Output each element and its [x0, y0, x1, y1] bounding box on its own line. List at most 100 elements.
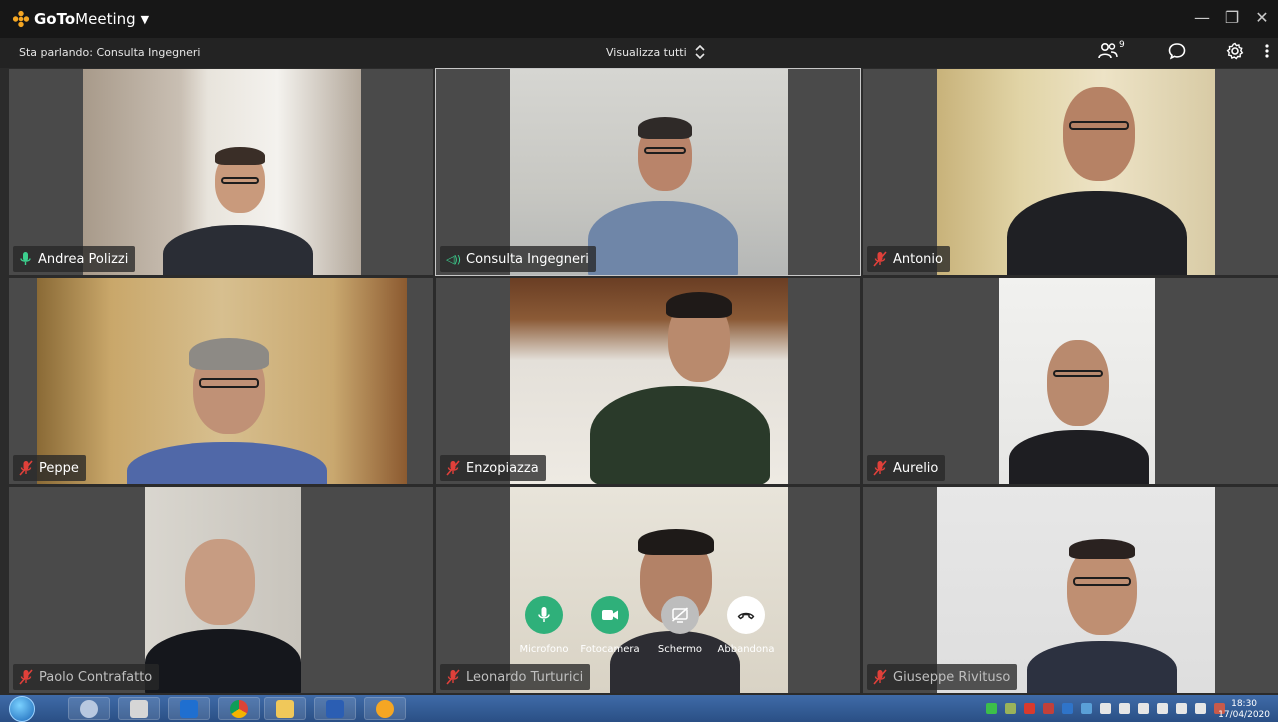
microphone-muted-icon	[19, 460, 33, 476]
participant-tile[interactable]: Leonardo Turturici	[435, 486, 861, 694]
chat-button[interactable]	[1168, 42, 1186, 63]
calculator-icon	[130, 699, 148, 718]
video-feed	[937, 69, 1215, 275]
participant-tile[interactable]: Aurelio	[862, 277, 1278, 485]
taskbar-clock[interactable]: 18:30 17/04/2020	[1218, 699, 1270, 721]
tray-antivirus-icon[interactable]	[1043, 703, 1054, 714]
participant-name: Paolo Contrafatto	[39, 669, 153, 685]
taskbar-app[interactable]	[118, 697, 160, 720]
title-bar: GoTo Meeting ▼ — ❐ ✕	[0, 0, 1278, 38]
updown-chevron-icon	[695, 45, 705, 59]
close-icon[interactable]: ✕	[1254, 8, 1270, 27]
participant-tile[interactable]: Enzopiazza	[435, 277, 861, 485]
participant-name: Leonardo Turturici	[466, 669, 584, 685]
file-explorer-icon	[276, 699, 294, 718]
participant-name-label: Enzopiazza	[440, 455, 546, 481]
clock-time: 18:30	[1231, 699, 1258, 709]
microphone-label: Microfono	[519, 644, 569, 655]
video-feed	[510, 69, 788, 275]
kebab-menu-icon	[1265, 44, 1269, 58]
tray-update-icon[interactable]	[1081, 703, 1092, 714]
participant-tile[interactable]: Paolo Contrafatto	[8, 486, 434, 694]
chrome-icon	[230, 699, 248, 718]
speaker-active-icon: ◁))	[446, 252, 461, 266]
participant-figure	[145, 531, 301, 693]
restore-icon[interactable]: ❐	[1224, 8, 1240, 27]
active-speaker-text: Sta parlando: Consulta Ingegneri	[19, 46, 201, 59]
participant-name-label: Giuseppe Rivituso	[867, 664, 1018, 690]
signal-icon[interactable]	[1157, 703, 1168, 714]
flag-icon[interactable]	[1176, 703, 1187, 714]
app-menu[interactable]: GoTo Meeting ▼	[12, 10, 149, 28]
word-icon	[326, 699, 344, 718]
gear-icon	[1226, 42, 1244, 60]
participant-name-label: Paolo Contrafatto	[13, 664, 160, 690]
meeting-controls: Microfono Fotocamera Schermo Abbandona	[510, 596, 780, 662]
participant-figure	[580, 113, 740, 275]
taskbar-app[interactable]	[314, 697, 356, 720]
tray-security-icon[interactable]	[1024, 703, 1035, 714]
settings-button[interactable]	[1226, 42, 1244, 63]
camera-button[interactable]: Fotocamera	[576, 596, 644, 655]
leave-button[interactable]: Abbandona	[712, 596, 780, 655]
video-feed	[37, 278, 407, 484]
outlook-icon	[180, 699, 198, 718]
video-feed	[999, 278, 1155, 484]
participant-figure	[127, 334, 327, 484]
screen-share-button[interactable]: Schermo	[646, 596, 714, 655]
taskbar-app[interactable]	[264, 697, 306, 720]
tray-outlook-icon[interactable]	[1062, 703, 1073, 714]
participants-button[interactable]: 9	[1098, 40, 1125, 60]
participant-name: Andrea Polizzi	[38, 251, 129, 267]
microphone-muted-icon	[446, 460, 460, 476]
participant-name-label: ◁)) Consulta Ingegneri	[440, 246, 596, 272]
more-options-button[interactable]	[1264, 42, 1270, 63]
participant-figure	[570, 286, 770, 484]
tray-app-icon[interactable]	[1005, 703, 1016, 714]
participant-name-label: Leonardo Turturici	[440, 664, 591, 690]
participant-tile[interactable]: Antonio	[862, 68, 1278, 276]
microphone-muted-icon	[446, 669, 460, 685]
chevron-down-icon: ▼	[140, 12, 150, 26]
participant-name: Giuseppe Rivituso	[893, 669, 1011, 685]
taskbar-app-active[interactable]	[364, 697, 406, 720]
bluetooth-icon[interactable]	[1119, 703, 1130, 714]
microphone-muted-icon	[873, 460, 887, 476]
people-icon	[1098, 42, 1118, 59]
video-feed	[83, 69, 361, 275]
microphone-icon	[538, 607, 550, 622]
taskbar-app[interactable]	[218, 697, 260, 720]
clock-date: 17/04/2020	[1218, 710, 1270, 720]
participant-tile-active[interactable]: ◁)) Consulta Ingegneri	[435, 68, 861, 276]
minimize-icon[interactable]: —	[1194, 8, 1210, 27]
tray-check-icon[interactable]	[986, 703, 997, 714]
microphone-muted-icon	[19, 669, 33, 685]
participant-figure	[1007, 79, 1187, 275]
participant-name-label: Antonio	[867, 246, 950, 272]
video-feed	[937, 487, 1215, 693]
camera-label: Fotocamera	[580, 644, 640, 655]
network-icon[interactable]	[1138, 703, 1149, 714]
brand-meeting: Meeting	[75, 10, 136, 28]
participant-tile[interactable]: Andrea Polizzi	[8, 68, 434, 276]
windows-start-icon[interactable]	[9, 696, 35, 722]
screen-label: Schermo	[657, 644, 703, 655]
video-feed	[510, 487, 788, 693]
participant-name: Enzopiazza	[466, 460, 539, 476]
participant-tile[interactable]: Peppe	[8, 277, 434, 485]
volume-icon[interactable]	[1100, 703, 1111, 714]
taskbar-app[interactable]	[68, 697, 110, 720]
participant-count: 9	[1119, 40, 1125, 50]
taskbar-app[interactable]	[168, 697, 210, 720]
participant-figure	[163, 143, 313, 275]
view-mode-selector[interactable]: Visualizza tutti	[606, 45, 705, 59]
gotomeeting-window: GoTo Meeting ▼ — ❐ ✕ Sta parlando: Consul…	[0, 0, 1278, 722]
usb-icon[interactable]	[1195, 703, 1206, 714]
participant-figure	[1009, 332, 1149, 484]
participant-name-label: Aurelio	[867, 455, 946, 481]
camera-icon	[602, 610, 618, 620]
participant-name: Antonio	[893, 251, 943, 267]
participant-name: Consulta Ingegneri	[466, 251, 589, 267]
microphone-button[interactable]: Microfono	[510, 596, 578, 655]
participant-tile[interactable]: Giuseppe Rivituso	[862, 486, 1278, 694]
